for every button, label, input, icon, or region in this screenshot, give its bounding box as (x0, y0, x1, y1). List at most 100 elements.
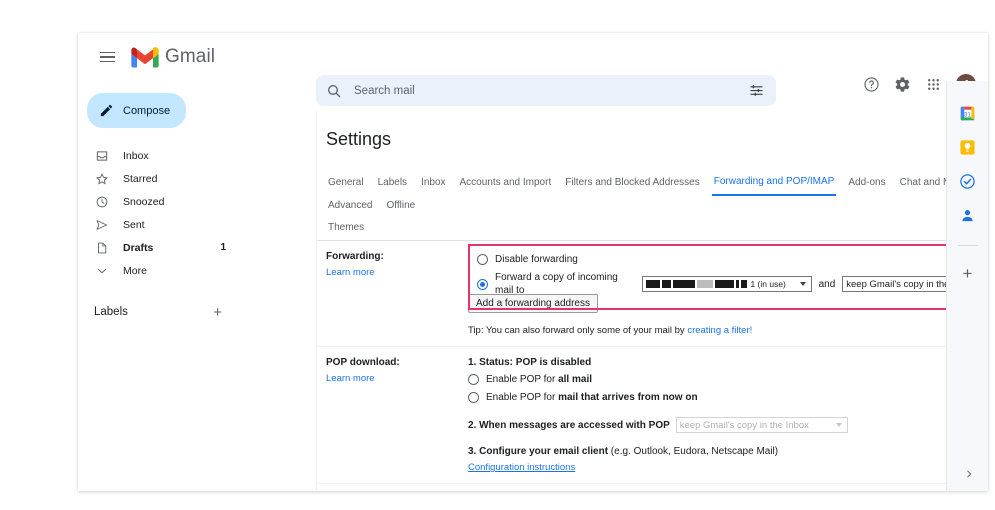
redacted-email (646, 280, 748, 289)
imap-access-section: IMAP access: (access Gmail from other cl… (317, 484, 988, 491)
tab-themes[interactable]: Themes (326, 218, 366, 240)
gmail-logo-icon (131, 46, 159, 67)
forward-copy-option[interactable]: Forward a copy of incoming mail to 1 (in… (477, 271, 988, 297)
google-tasks-icon[interactable] (959, 173, 976, 190)
sidebar-item-label: Sent (123, 218, 145, 231)
plus-icon[interactable]: + (213, 305, 222, 320)
forwarding-body: Disable forwarding Forward a copy of inc… (468, 244, 988, 336)
forwarding-address-value: 1 (in use) (750, 279, 786, 290)
gear-icon[interactable] (891, 73, 913, 95)
tab-advanced[interactable]: Advanced (326, 196, 374, 218)
pop-step3: 3. Configure your email client (e.g. Out… (468, 446, 988, 473)
side-panel-divider (957, 245, 978, 246)
settings-content: Forwarding: Learn more Disable forwardin… (317, 241, 988, 491)
enable-pop-all-mail-radio[interactable] (468, 374, 479, 386)
enable-pop-from-now-radio[interactable] (468, 392, 479, 404)
chevron-right-icon[interactable] (964, 469, 974, 479)
google-calendar-icon[interactable]: 31 (959, 105, 976, 122)
pop-configuration-instructions-link[interactable]: Configuration instructions (468, 462, 988, 473)
sidebar-item-snoozed[interactable]: Snoozed (78, 190, 236, 213)
enable-pop-all-mail-option[interactable]: Enable POP for all mail (468, 373, 988, 386)
pop-access-action-select[interactable]: keep Gmail's copy in the Inbox (675, 417, 848, 434)
pop-body: 1. Status: POP is disabled Enable POP fo… (468, 357, 988, 473)
forwarding-section: Forwarding: Learn more Disable forwardin… (317, 241, 988, 348)
forward-copy-radio[interactable] (477, 279, 488, 291)
pop-access-action-value: keep Gmail's copy in the Inbox (679, 419, 809, 431)
pop-step2: 2. When messages are accessed with POP k… (468, 417, 988, 434)
google-keep-icon[interactable] (959, 139, 976, 156)
settings-header: Settings (317, 111, 988, 162)
pop-step2-label: 2. When messages are accessed with POP (468, 419, 670, 431)
gmail-brand[interactable]: Gmail (131, 46, 215, 68)
search-icon (328, 84, 341, 97)
sidebar-nav-list: Inbox Starred Snoozed Sent Drafts 1 More (78, 144, 236, 282)
chevron-down-icon (94, 263, 109, 278)
tab-forwarding-and-pop-imap[interactable]: Forwarding and POP/IMAP (711, 172, 837, 197)
pencil-icon (100, 104, 113, 117)
sidebar-item-label: More (123, 264, 147, 277)
tab-general[interactable]: General (326, 173, 366, 195)
settings-tabs: General Labels Inbox Accounts and Import… (317, 162, 988, 242)
sidebar-item-drafts[interactable]: Drafts 1 (78, 236, 236, 259)
forwarding-tip: Tip: You can also forward only some of y… (468, 325, 988, 336)
sidebar-item-more[interactable]: More (78, 259, 236, 282)
clock-icon (94, 194, 109, 209)
svg-text:31: 31 (964, 111, 972, 118)
sidebar: Compose Inbox Starred Snoozed Sent Draft… (78, 81, 236, 491)
tab-offline[interactable]: Offline (384, 196, 417, 218)
sidebar-item-inbox[interactable]: Inbox (78, 144, 236, 167)
sidebar-item-label: Starred (123, 172, 158, 185)
gmail-window: Gmail Search mail Compose Inbox Starred … (78, 33, 988, 491)
pop-status: 1. Status: POP is disabled (468, 357, 592, 369)
enable-pop-from-now-label: Enable POP for mail that arrives from no… (486, 392, 698, 404)
pop-download-section: POP download: Learn more 1. Status: POP … (317, 347, 988, 485)
tab-inbox[interactable]: Inbox (419, 173, 447, 195)
sidebar-item-sent[interactable]: Sent (78, 213, 236, 236)
compose-button[interactable]: Compose (87, 93, 186, 128)
forwarding-learn-more-link[interactable]: Learn more (326, 267, 375, 278)
send-icon (94, 217, 109, 232)
settings-panel: Settings General Labels Inbox Accounts a… (316, 111, 988, 491)
enable-pop-all-mail-label: Enable POP for all mail (486, 374, 592, 386)
labels-title: Labels (94, 306, 128, 318)
disable-forwarding-option[interactable]: Disable forwarding (477, 253, 988, 266)
forwarding-address-select[interactable]: 1 (in use) (642, 276, 812, 293)
pop-label-col: POP download: Learn more (326, 357, 468, 473)
tab-filters-and-blocked-addresses[interactable]: Filters and Blocked Addresses (563, 173, 702, 195)
tab-labels[interactable]: Labels (376, 173, 409, 195)
forward-copy-label: Forward a copy of incoming mail to (495, 272, 618, 297)
chevron-down-icon (835, 423, 842, 428)
disable-forwarding-radio[interactable] (477, 254, 488, 266)
page-title: Settings (326, 129, 392, 150)
compose-label: Compose (123, 104, 171, 117)
search-bar[interactable] (316, 75, 776, 106)
hamburger-icon[interactable] (87, 37, 127, 77)
forwarding-tip-text: Tip: You can also forward only some of y… (468, 325, 688, 337)
tab-add-ons[interactable]: Add-ons (846, 173, 887, 195)
inbox-icon (94, 148, 109, 163)
apps-grid-icon[interactable] (922, 73, 944, 95)
google-contacts-icon[interactable] (959, 207, 976, 224)
sidebar-item-label: Snoozed (123, 195, 165, 208)
forwarding-label: Forwarding: (326, 251, 384, 263)
sidebar-item-label: Drafts (123, 241, 154, 254)
disable-forwarding-label: Disable forwarding (495, 254, 578, 266)
side-panel: 31 + (946, 81, 988, 491)
chevron-down-icon (799, 282, 806, 287)
tune-filter-icon[interactable] (749, 83, 764, 98)
sidebar-item-count: 1 (220, 242, 226, 253)
sidebar-item-starred[interactable]: Starred (78, 167, 236, 190)
pop-learn-more-link[interactable]: Learn more (326, 373, 375, 384)
creating-a-filter-link[interactable]: creating a filter! (687, 325, 752, 336)
enable-pop-from-now-option[interactable]: Enable POP for mail that arrives from no… (468, 391, 988, 404)
pop-label: POP download: (326, 357, 400, 369)
top-bar: Gmail (78, 33, 988, 81)
labels-section-header: Labels + (78, 300, 236, 324)
search-input[interactable] (352, 83, 749, 98)
help-circle-icon[interactable] (860, 73, 882, 95)
star-icon (94, 171, 109, 186)
forwarding-highlight-box: Disable forwarding Forward a copy of inc… (468, 244, 988, 311)
document-icon (94, 240, 109, 255)
plus-icon[interactable]: + (963, 265, 973, 282)
tab-accounts-and-import[interactable]: Accounts and Import (458, 173, 554, 195)
